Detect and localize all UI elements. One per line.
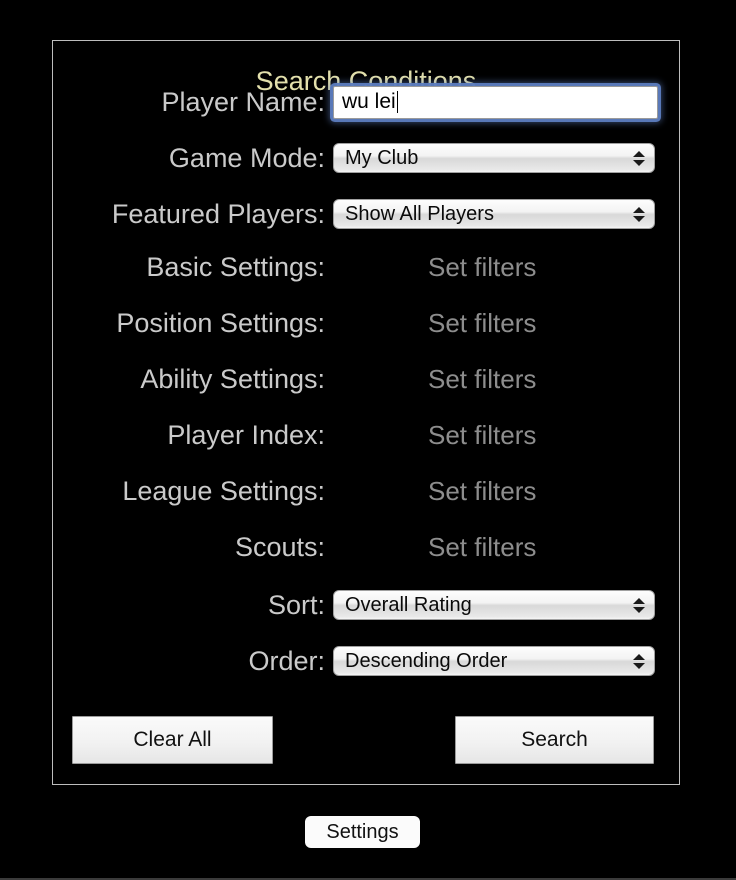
row-position-settings: Position Settings: Set filters (52, 303, 680, 343)
scouts-set-filters[interactable]: Set filters (428, 532, 536, 562)
ability-settings-set-filters[interactable]: Set filters (428, 364, 536, 394)
player-name-input[interactable]: wu lei (333, 85, 658, 119)
label-basic-settings: Basic Settings: (146, 252, 325, 282)
label-featured-players: Featured Players: (111, 199, 325, 229)
basic-settings-set-filters[interactable]: Set filters (428, 252, 536, 282)
sort-select[interactable]: Overall Rating (333, 590, 655, 620)
label-game-mode: Game Mode: (168, 143, 325, 173)
row-scouts: Scouts: Set filters (52, 527, 680, 567)
featured-players-value: Show All Players (345, 202, 494, 225)
control-order: Descending Order (333, 646, 680, 676)
row-featured-players: Featured Players: Show All Players (52, 194, 680, 234)
control-featured-players: Show All Players (333, 199, 680, 229)
label-player-index: Player Index: (167, 420, 325, 450)
text-caret (396, 91, 398, 113)
control-scouts: Set filters (333, 532, 680, 562)
row-game-mode: Game Mode: My Club (52, 138, 680, 178)
control-player-name: wu lei (333, 85, 680, 119)
row-ability-settings: Ability Settings: Set filters (52, 359, 680, 399)
game-mode-select[interactable]: My Club (333, 143, 655, 173)
label-order: Order: (248, 646, 325, 676)
label-player-name: Player Name: (161, 87, 325, 117)
row-player-name: Player Name: wu lei (52, 82, 680, 122)
label-ability-settings: Ability Settings: (140, 364, 325, 394)
label-league-settings: League Settings: (122, 476, 325, 506)
featured-players-select[interactable]: Show All Players (333, 199, 655, 229)
game-mode-value: My Club (345, 146, 419, 169)
control-basic-settings: Set filters (333, 252, 680, 282)
search-button[interactable]: Search (455, 716, 654, 764)
control-position-settings: Set filters (333, 308, 680, 338)
player-name-value: wu lei (342, 90, 396, 113)
chevron-updown-icon (633, 594, 645, 616)
order-select[interactable]: Descending Order (333, 646, 655, 676)
sort-value: Overall Rating (345, 593, 472, 616)
settings-button[interactable]: Settings (305, 816, 420, 848)
row-basic-settings: Basic Settings: Set filters (52, 247, 680, 287)
control-ability-settings: Set filters (333, 364, 680, 394)
order-value: Descending Order (345, 649, 508, 672)
row-league-settings: League Settings: Set filters (52, 471, 680, 511)
row-sort: Sort: Overall Rating (52, 585, 680, 625)
label-scouts: Scouts: (234, 532, 325, 562)
position-settings-set-filters[interactable]: Set filters (428, 308, 536, 338)
league-settings-set-filters[interactable]: Set filters (428, 476, 536, 506)
chevron-updown-icon (633, 147, 645, 169)
clear-all-button[interactable]: Clear All (72, 716, 273, 764)
control-player-index: Set filters (333, 420, 680, 450)
label-sort: Sort: (267, 590, 325, 620)
player-name-field-wrap: wu lei (333, 85, 658, 119)
chevron-updown-icon (633, 203, 645, 225)
row-order: Order: Descending Order (52, 641, 680, 681)
control-game-mode: My Club (333, 143, 680, 173)
control-sort: Overall Rating (333, 590, 680, 620)
control-league-settings: Set filters (333, 476, 680, 506)
row-player-index: Player Index: Set filters (52, 415, 680, 455)
chevron-updown-icon (633, 650, 645, 672)
label-position-settings: Position Settings: (116, 308, 325, 338)
player-index-set-filters[interactable]: Set filters (428, 420, 536, 450)
